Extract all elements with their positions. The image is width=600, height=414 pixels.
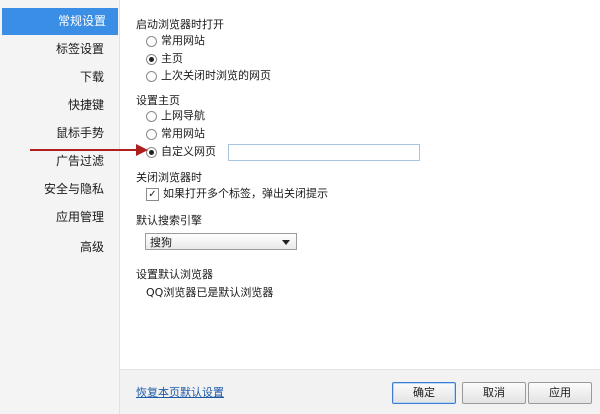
startup-option-common-sites[interactable]: 常用网站 xyxy=(146,33,205,49)
sidebar-item-shortcuts[interactable]: 快捷键 xyxy=(0,92,112,119)
default-browser-section-title: 设置默认浏览器 xyxy=(136,268,213,281)
sidebar: 常规设置 标签设置 下载 快捷键 鼠标手势 广告过滤 安全与隐私 应用管理 高级 xyxy=(0,0,120,414)
sidebar-item-label: 下载 xyxy=(79,70,104,84)
sidebar-item-label: 标签设置 xyxy=(55,42,104,56)
ok-button[interactable]: 确定 xyxy=(392,382,456,404)
sidebar-item-label: 广告过滤 xyxy=(55,154,104,168)
radio-button[interactable] xyxy=(146,35,157,47)
sidebar-item-label: 高级 xyxy=(79,240,104,254)
radio-button[interactable] xyxy=(146,70,157,82)
sidebar-item-label: 鼠标手势 xyxy=(55,126,104,140)
radio-button[interactable] xyxy=(146,128,157,140)
search-engine-select[interactable]: 搜狗 xyxy=(145,233,297,250)
option-label: 主页 xyxy=(161,52,183,65)
startup-section-title: 启动浏览器时打开 xyxy=(136,18,224,31)
default-browser-status: QQ浏览器已是默认浏览器 xyxy=(146,286,274,299)
radio-button[interactable] xyxy=(146,110,157,122)
homepage-option-custom[interactable]: 自定义网页 xyxy=(146,144,216,160)
checkbox-label: 如果打开多个标签，弹出关闭提示 xyxy=(163,187,328,200)
search-section-title: 默认搜索引擎 xyxy=(136,214,202,227)
option-label: 上次关闭时浏览的网页 xyxy=(161,69,271,82)
footer-bar: 恢复本页默认设置 确定 取消 应用 xyxy=(120,369,600,414)
chevron-down-icon xyxy=(282,240,290,245)
option-label: 自定义网页 xyxy=(161,145,216,158)
homepage-option-common-sites[interactable]: 常用网站 xyxy=(146,126,205,142)
option-label: 常用网站 xyxy=(161,127,205,140)
checkbox-checked[interactable]: ✓ xyxy=(146,187,159,201)
radio-button-selected[interactable] xyxy=(146,146,157,158)
sidebar-item-general[interactable]: 常规设置 xyxy=(2,8,118,35)
homepage-option-nav[interactable]: 上网导航 xyxy=(146,108,205,124)
sidebar-item-label: 常规设置 xyxy=(57,14,106,28)
radio-button-selected[interactable] xyxy=(146,53,157,65)
sidebar-item-label: 快捷键 xyxy=(67,98,104,112)
custom-homepage-url-input[interactable] xyxy=(228,144,420,161)
sidebar-item-advanced[interactable]: 高级 xyxy=(0,234,112,261)
sidebar-item-app-management[interactable]: 应用管理 xyxy=(0,204,112,231)
restore-defaults-link[interactable]: 恢复本页默认设置 xyxy=(136,384,224,400)
sidebar-item-download[interactable]: 下载 xyxy=(0,64,112,91)
sidebar-item-security-privacy[interactable]: 安全与隐私 xyxy=(0,176,112,203)
option-label: 上网导航 xyxy=(161,109,205,122)
cancel-button[interactable]: 取消 xyxy=(462,382,526,404)
sidebar-item-tabs[interactable]: 标签设置 xyxy=(0,36,112,63)
close-prompt-option[interactable]: ✓ 如果打开多个标签，弹出关闭提示 xyxy=(146,186,328,202)
sidebar-item-label: 应用管理 xyxy=(55,210,104,224)
sidebar-item-label: 安全与隐私 xyxy=(43,182,104,196)
homepage-section-title: 设置主页 xyxy=(136,94,180,107)
startup-option-homepage[interactable]: 主页 xyxy=(146,51,183,67)
sidebar-item-ad-filter[interactable]: 广告过滤 xyxy=(0,148,112,175)
startup-option-last-session[interactable]: 上次关闭时浏览的网页 xyxy=(146,68,271,84)
search-engine-value: 搜狗 xyxy=(150,236,172,249)
apply-button[interactable]: 应用 xyxy=(528,382,592,404)
sidebar-item-mouse-gestures[interactable]: 鼠标手势 xyxy=(0,120,112,147)
close-section-title: 关闭浏览器时 xyxy=(136,171,202,184)
option-label: 常用网站 xyxy=(161,34,205,47)
settings-panel: 启动浏览器时打开 常用网站 主页 上次关闭时浏览的网页 设置主页 上网导航 常用… xyxy=(120,0,600,414)
